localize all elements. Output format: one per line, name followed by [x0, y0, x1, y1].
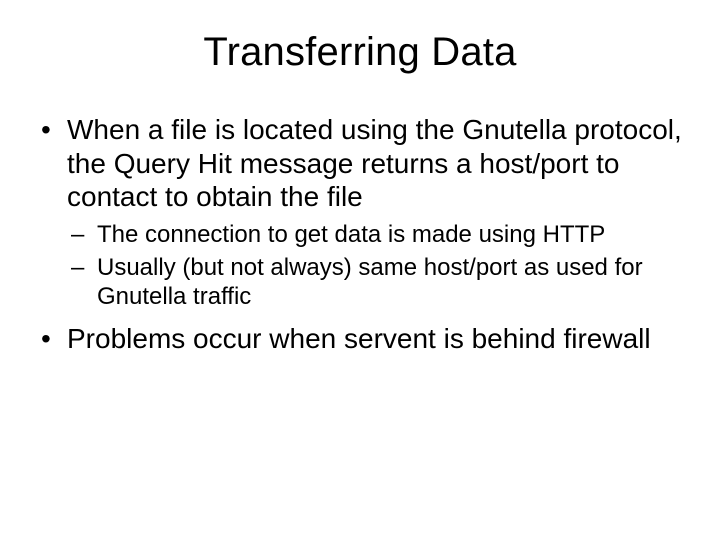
bullet-text: When a file is located using the Gnutell…: [67, 114, 682, 212]
sub-bullet-list: The connection to get data is made using…: [67, 220, 685, 312]
list-item: The connection to get data is made using…: [67, 220, 685, 249]
list-item: Usually (but not always) same host/port …: [67, 253, 685, 312]
bullet-text: Problems occur when servent is behind fi…: [67, 323, 651, 354]
slide: Transferring Data When a file is located…: [0, 0, 720, 540]
list-item: When a file is located using the Gnutell…: [35, 113, 685, 312]
bullet-text: The connection to get data is made using…: [97, 221, 605, 248]
bullet-text: Usually (but not always) same host/port …: [97, 254, 643, 310]
bullet-list: When a file is located using the Gnutell…: [35, 113, 685, 355]
slide-title: Transferring Data: [35, 30, 685, 75]
list-item: Problems occur when servent is behind fi…: [35, 322, 685, 356]
